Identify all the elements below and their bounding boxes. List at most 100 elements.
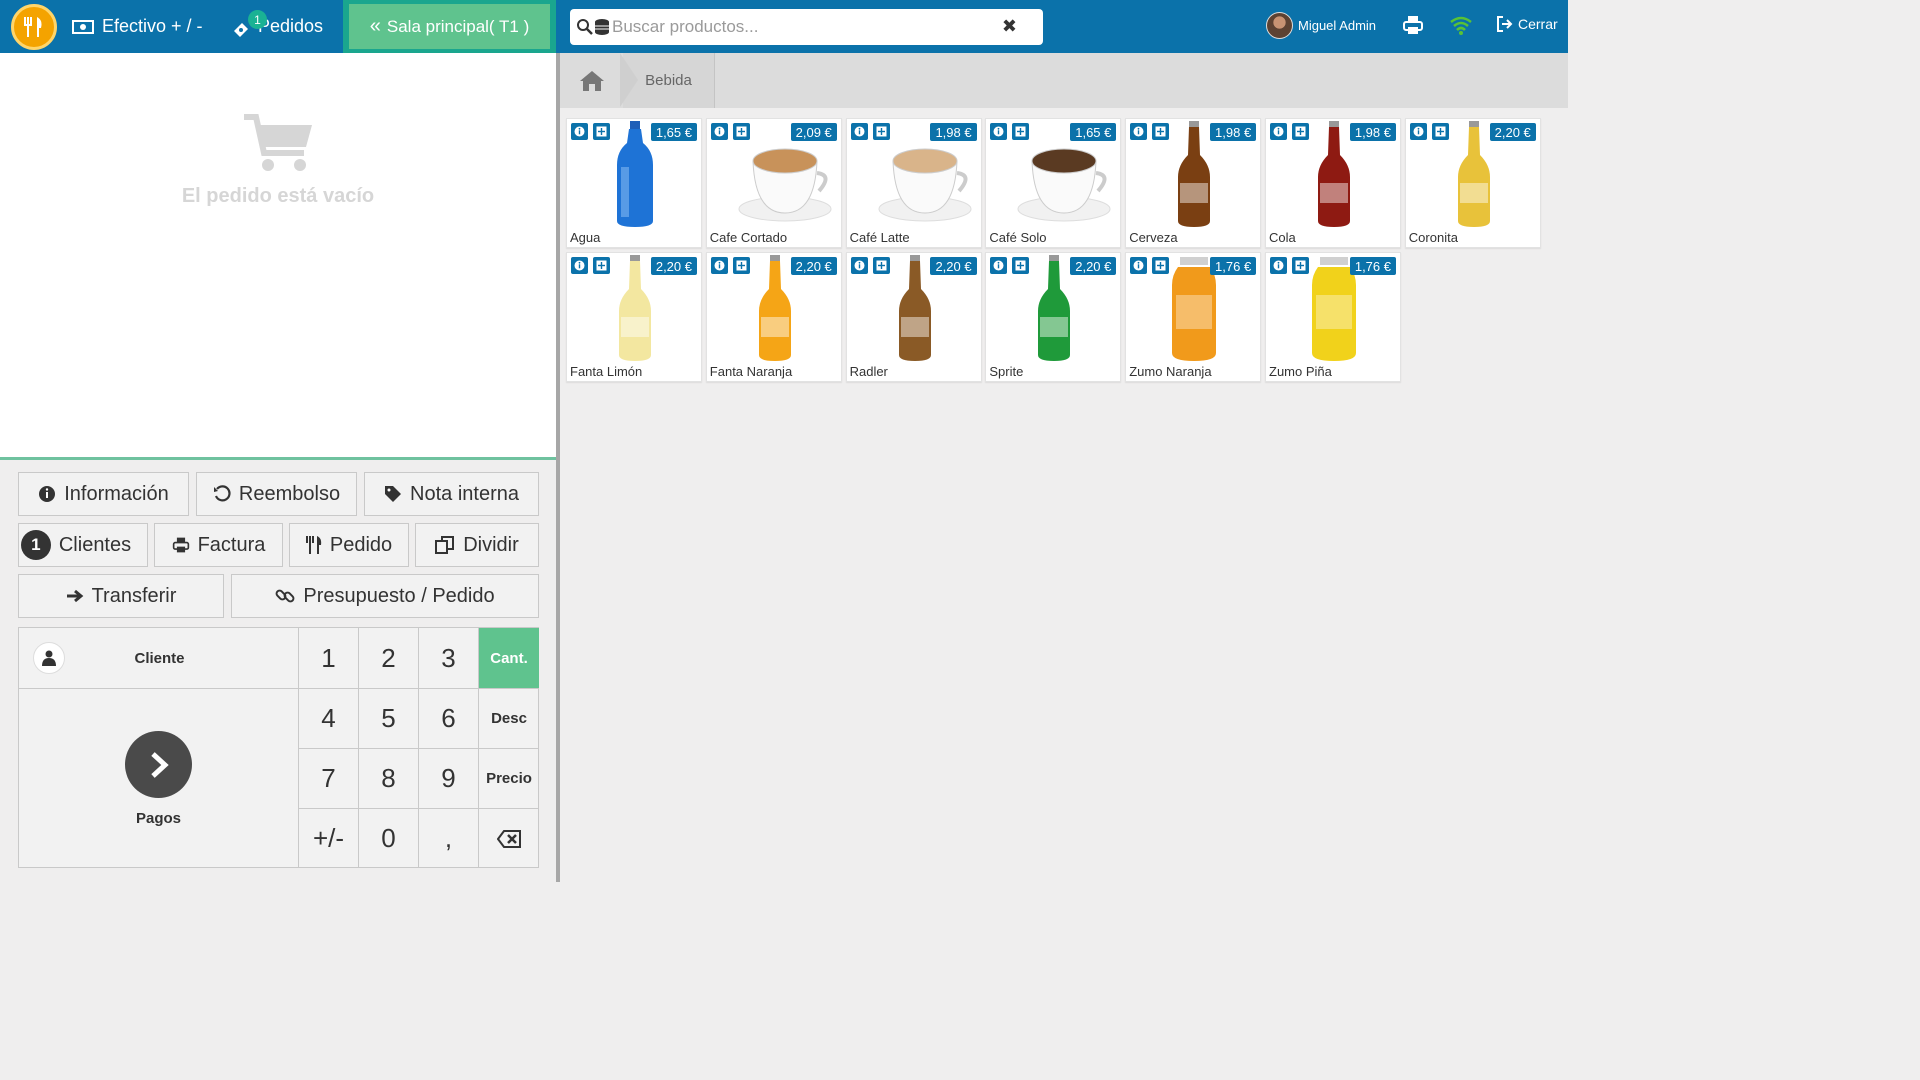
dividir-button[interactable]: Dividir [415, 523, 539, 567]
numpad-key-plus-minus[interactable]: +/- [298, 808, 358, 868]
nota-interna-button[interactable]: Nota interna [364, 472, 539, 516]
cash-icon [72, 19, 94, 34]
user-menu[interactable]: Miguel Admin [1266, 12, 1376, 39]
product-price: 2,20 € [1489, 123, 1536, 141]
precio-button[interactable]: Precio [478, 748, 539, 808]
cliente-button[interactable]: Cliente [19, 628, 298, 688]
product-card[interactable]: 1,98 € Café Latte [845, 118, 982, 248]
product-card[interactable]: 1,98 € Cola [1265, 118, 1401, 248]
factura-button[interactable]: Factura [154, 523, 283, 567]
add-icon[interactable] [1292, 257, 1309, 274]
product-card[interactable]: 1,76 € Zumo Piña [1265, 252, 1401, 382]
add-icon[interactable] [872, 123, 890, 140]
product-card[interactable]: 2,09 € Cafe Cortado [705, 118, 842, 248]
add-icon[interactable] [1152, 123, 1170, 140]
info-icon[interactable] [850, 257, 868, 274]
product-card[interactable]: 1,76 € Zumo Naranja [1125, 252, 1262, 382]
backspace-button[interactable] [478, 808, 539, 868]
add-icon[interactable] [1292, 123, 1309, 140]
info-icon[interactable] [1130, 123, 1148, 140]
reembolso-button[interactable]: Reembolso [196, 472, 357, 516]
product-price: 1,65 € [650, 123, 697, 141]
product-card[interactable]: 2,20 € Fanta Limón [566, 252, 702, 382]
product-name: Cerveza [1129, 230, 1178, 245]
pagos-button[interactable]: Pagos [19, 688, 298, 868]
numpad-key-3[interactable]: 3 [418, 628, 478, 688]
undo-icon [213, 485, 231, 502]
add-icon[interactable] [1012, 123, 1030, 140]
numpad-key-0[interactable]: 0 [358, 808, 418, 868]
product-name: Sprite [989, 364, 1024, 379]
transferir-label: Transferir [91, 584, 177, 607]
product-price: 1,65 € [1070, 123, 1117, 141]
presupuesto-label: Presupuesto / Pedido [303, 584, 495, 607]
numpad-key-9[interactable]: 9 [418, 748, 478, 808]
numpad-key-2[interactable]: 2 [358, 628, 418, 688]
app-logo-icon[interactable] [11, 4, 57, 50]
breadcrumb: Bebida [560, 53, 1568, 108]
search-input[interactable] [612, 17, 992, 37]
info-icon[interactable] [710, 123, 728, 140]
printer-icon[interactable] [1403, 14, 1423, 36]
empty-order: El pedido está vacío [0, 113, 556, 208]
clientes-button[interactable]: 1 Clientes [18, 523, 148, 567]
info-icon[interactable] [710, 257, 728, 274]
info-icon[interactable] [990, 257, 1008, 274]
add-icon[interactable] [593, 123, 610, 140]
numpad-key-6[interactable]: 6 [418, 688, 478, 748]
product-price: 1,98 € [930, 123, 977, 141]
info-icon[interactable] [571, 257, 588, 274]
sala-tab[interactable]: « Sala principal( T1 ) [343, 0, 556, 59]
desc-button[interactable]: Desc [478, 688, 539, 748]
add-icon[interactable] [1152, 257, 1170, 274]
product-name: Cola [1269, 230, 1296, 245]
add-icon[interactable] [593, 257, 610, 274]
logout-button[interactable]: Cerrar [1496, 16, 1558, 32]
info-icon[interactable] [990, 123, 1008, 140]
product-card[interactable]: 2,20 € Sprite [985, 252, 1122, 382]
product-card[interactable]: 2,20 € Radler [845, 252, 982, 382]
info-icon[interactable] [1130, 257, 1148, 274]
add-icon[interactable] [1431, 123, 1449, 140]
informacion-label: Información [64, 482, 169, 505]
breadcrumb-separator [620, 53, 638, 107]
panel-divider[interactable] [556, 53, 560, 882]
numpad-key-7[interactable]: 7 [298, 748, 358, 808]
info-icon[interactable] [571, 123, 588, 140]
pedidos-label: Pedidos [258, 16, 324, 36]
info-icon[interactable] [1270, 123, 1287, 140]
informacion-button[interactable]: Información [18, 472, 189, 516]
numpad-key-1[interactable]: 1 [298, 628, 358, 688]
product-card[interactable]: 1,65 € Agua [566, 118, 702, 248]
add-icon[interactable] [1012, 257, 1030, 274]
efectivo-button[interactable]: Efectivo + / - [72, 0, 203, 53]
info-icon[interactable] [1270, 257, 1287, 274]
add-icon[interactable] [732, 257, 750, 274]
numpad-key-5[interactable]: 5 [358, 688, 418, 748]
order-actions: Información Reembolso Nota interna 1 Cli… [0, 457, 556, 882]
cant-button[interactable]: Cant. [478, 628, 539, 688]
info-icon[interactable] [850, 123, 868, 140]
clear-search-icon[interactable]: ✖ [1002, 16, 1017, 37]
product-card[interactable]: 1,65 € Café Solo [985, 118, 1122, 248]
empty-order-message: El pedido está vacío [181, 185, 375, 207]
numpad-key-8[interactable]: 8 [358, 748, 418, 808]
add-icon[interactable] [872, 257, 890, 274]
info-icon [39, 486, 56, 502]
add-icon[interactable] [732, 123, 750, 140]
home-button[interactable] [560, 53, 623, 108]
product-card[interactable]: 1,98 € Cerveza [1125, 118, 1262, 248]
product-price: 1,98 € [1210, 123, 1257, 141]
info-icon[interactable] [1409, 123, 1427, 140]
numpad-key-4[interactable]: 4 [298, 688, 358, 748]
tag-icon [385, 486, 402, 502]
numpad-key-comma[interactable]: , [418, 808, 478, 868]
presupuesto-button[interactable]: Presupuesto / Pedido [231, 574, 539, 618]
pedido-button[interactable]: Pedido [289, 523, 409, 567]
dividir-label: Dividir [463, 533, 519, 556]
numpad: Cliente Pagos 1 2 3 Cant. 4 5 6 Desc 7 8… [18, 627, 539, 868]
product-card[interactable]: 2,20 € Coronita [1404, 118, 1541, 248]
product-card[interactable]: 2,20 € Fanta Naranja [705, 252, 842, 382]
pedidos-button[interactable]: 1 Pedidos [232, 0, 323, 53]
transferir-button[interactable]: Transferir [18, 574, 224, 618]
